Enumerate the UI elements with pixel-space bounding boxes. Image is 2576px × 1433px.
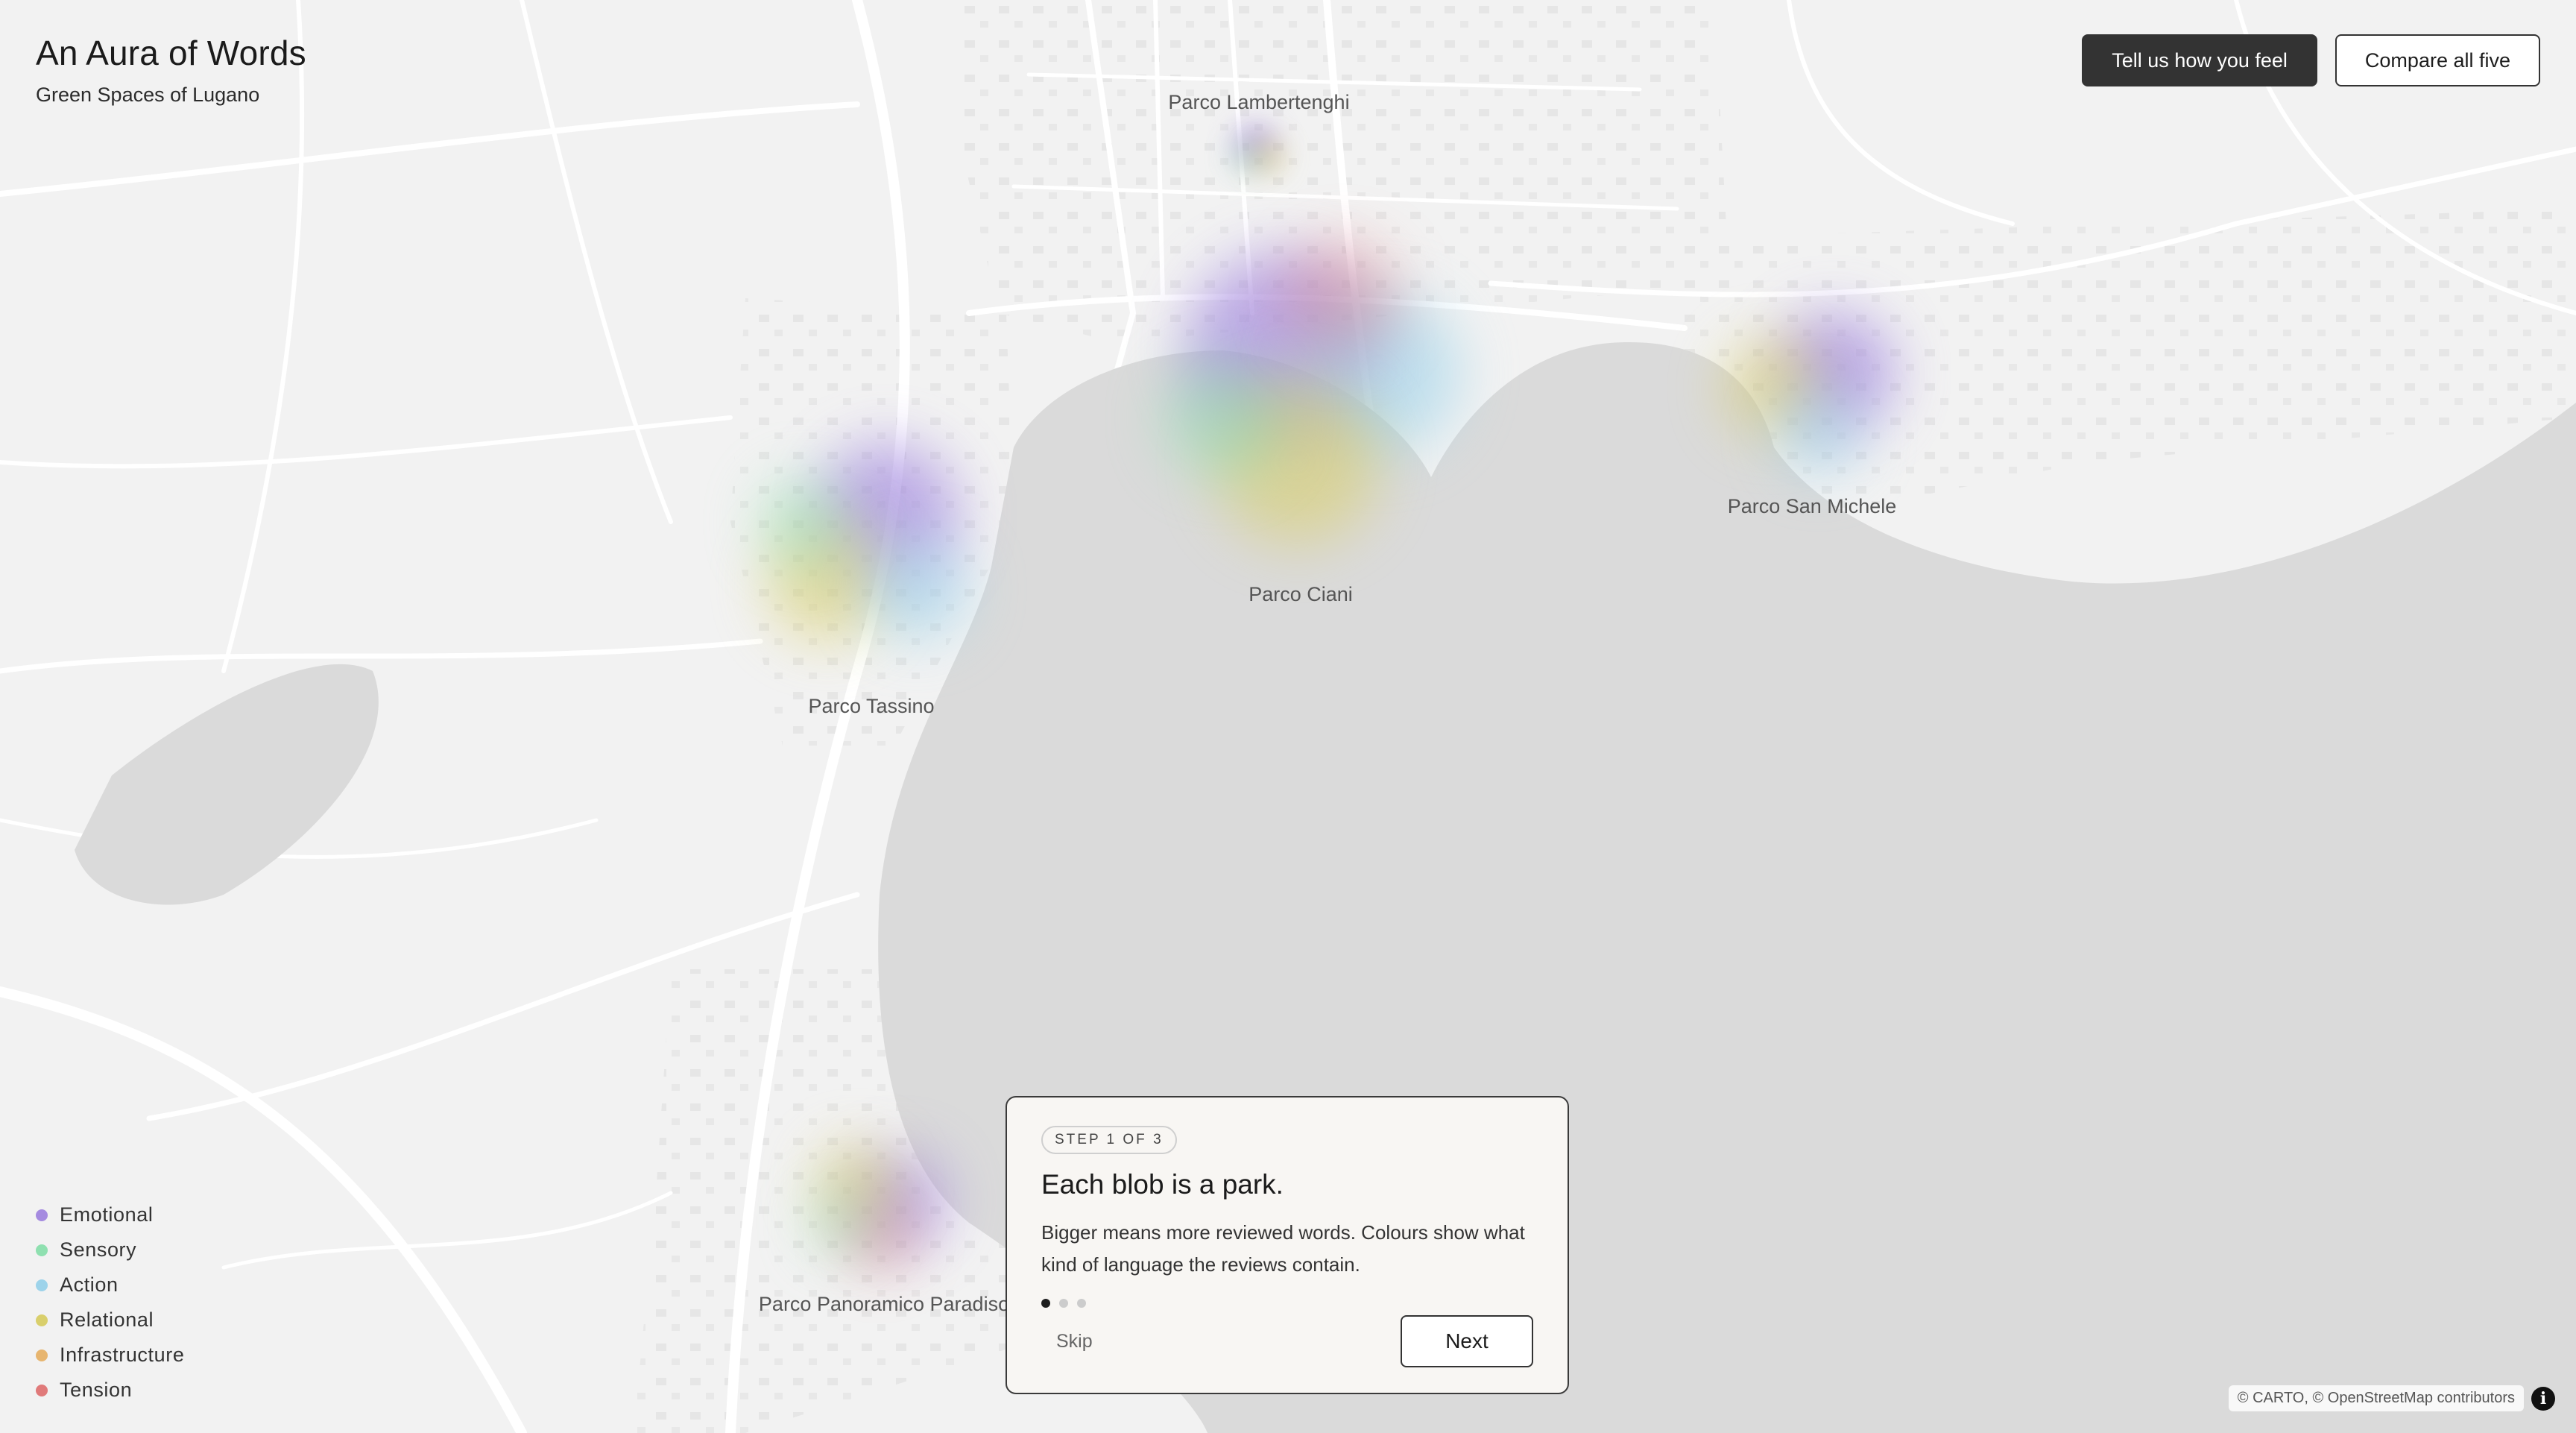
app-subtitle: Green Spaces of Lugano <box>36 84 260 106</box>
legend-label: Action <box>60 1273 119 1296</box>
legend-label: Infrastructure <box>60 1344 185 1366</box>
next-button[interactable]: Next <box>1401 1315 1533 1367</box>
legend-dot-tension <box>36 1384 48 1396</box>
legend-dot-sensory <box>36 1244 48 1256</box>
legend-label: Relational <box>60 1308 154 1331</box>
park-label-ciani[interactable]: Parco Ciani <box>1248 583 1353 606</box>
map-attribution[interactable]: © CARTO, © OpenStreetMap contributors <box>2228 1385 2524 1411</box>
step-dot-3 <box>1077 1299 1086 1308</box>
top-actions: Tell us how you feel Compare all five <box>2082 34 2540 86</box>
step-indicator: STEP 1 OF 3 <box>1041 1126 1177 1154</box>
park-label-san-michele[interactable]: Parco San Michele <box>1728 495 1897 518</box>
legend-item-sensory: Sensory <box>36 1232 184 1267</box>
legend-label: Tension <box>60 1379 133 1401</box>
legend-label: Sensory <box>60 1238 137 1261</box>
park-label-panoramico-paradiso[interactable]: Parco Panoramico Paradiso <box>759 1293 1009 1316</box>
title-block: An Aura of Words Green Spaces of Lugano <box>36 33 306 107</box>
legend-item-action: Action <box>36 1267 184 1303</box>
step-dot-2 <box>1059 1299 1068 1308</box>
onboarding-tour-card: STEP 1 OF 3 Each blob is a park. Bigger … <box>1006 1096 1569 1394</box>
legend-dot-emotional <box>36 1209 48 1221</box>
step-dot-1 <box>1041 1299 1050 1308</box>
compare-all-five-button[interactable]: Compare all five <box>2334 34 2540 86</box>
tour-description: Bigger means more reviewed words. Colour… <box>1041 1221 1525 1276</box>
legend-dot-action <box>36 1279 48 1291</box>
legend-item-infrastructure: Infrastructure <box>36 1338 184 1373</box>
legend-dot-infrastructure <box>36 1349 48 1361</box>
park-label-lambertenghi[interactable]: Parco Lambertenghi <box>1168 91 1349 114</box>
legend-item-tension: Tension <box>36 1373 184 1408</box>
tell-us-how-you-feel-button[interactable]: Tell us how you feel <box>2082 34 2317 86</box>
legend-dot-relational <box>36 1314 48 1326</box>
legend-item-emotional: Emotional <box>36 1197 184 1232</box>
tour-title: Each blob is a park. <box>1041 1169 1284 1200</box>
park-label-tassino[interactable]: Parco Tassino <box>808 695 934 718</box>
step-dots <box>1041 1299 1533 1308</box>
tour-footer: Skip Next <box>1041 1315 1533 1367</box>
legend-label: Emotional <box>60 1203 154 1226</box>
info-icon[interactable]: i <box>2531 1387 2555 1411</box>
legend-item-relational: Relational <box>36 1303 184 1338</box>
skip-button[interactable]: Skip <box>1041 1331 1093 1352</box>
category-legend: Emotional Sensory Action Relational Infr… <box>36 1197 184 1408</box>
app-title: An Aura of Words <box>36 34 306 72</box>
